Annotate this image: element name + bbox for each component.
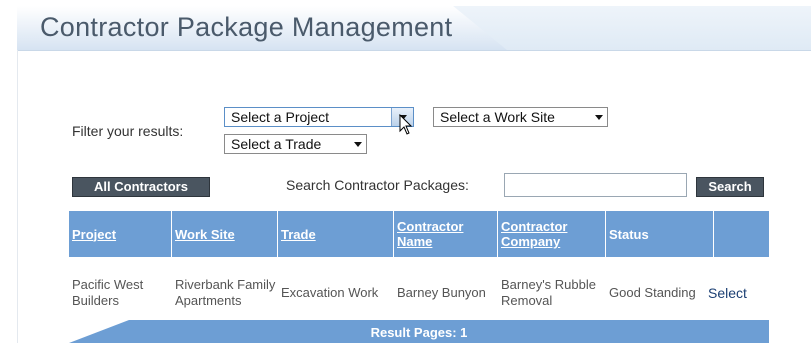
filter-label: Filter your results: [72, 123, 184, 139]
search-label: Search Contractor Packages: [286, 177, 469, 193]
work-site-select-value: Select a Work Site [440, 109, 555, 125]
pagination-bar: Result Pages: 1 [69, 320, 769, 343]
cell-contractor-company: Barney's Rubble Removal [501, 276, 596, 308]
page-title: Contractor Package Management [40, 12, 453, 42]
all-contractors-button[interactable]: All Contractors [72, 177, 210, 197]
column-header-status: Status [606, 211, 714, 257]
project-select[interactable]: Select a Project [224, 107, 414, 127]
cell-status: Good Standing [609, 284, 696, 300]
trade-select-value: Select a Trade [231, 136, 322, 152]
cell-project: Pacific West Builders [72, 276, 144, 308]
mouse-cursor-icon [399, 114, 413, 135]
header-divider [17, 50, 811, 51]
column-header-contractor-company[interactable]: Contractor Company [498, 211, 606, 257]
cell-work-site: Riverbank Family Apartments [175, 276, 276, 308]
trade-select[interactable]: Select a Trade [224, 134, 367, 154]
results-table: Project Work Site Trade Contractor Name … [69, 211, 769, 328]
column-header-trade[interactable]: Trade [278, 211, 394, 257]
work-site-select[interactable]: Select a Work Site [433, 107, 608, 127]
search-button[interactable]: Search [696, 177, 764, 197]
search-input[interactable] [504, 173, 687, 197]
project-select-value: Select a Project [231, 109, 330, 125]
cell-contractor-name: Barney Bunyon [397, 284, 486, 300]
select-row-link[interactable]: Select [705, 257, 769, 328]
table-header: Project Work Site Trade Contractor Name … [69, 211, 769, 257]
chevron-down-icon [354, 142, 362, 147]
result-pages-label[interactable]: Result Pages: 1 [69, 325, 769, 340]
table-row: Pacific West Builders Riverbank Family A… [69, 257, 769, 328]
column-header-action [714, 211, 769, 257]
left-border [17, 50, 18, 343]
cell-trade: Excavation Work [281, 284, 379, 300]
column-header-contractor-name[interactable]: Contractor Name [394, 211, 498, 257]
column-header-project[interactable]: Project [69, 211, 172, 257]
column-header-work-site[interactable]: Work Site [172, 211, 278, 257]
chevron-down-icon [595, 115, 603, 120]
